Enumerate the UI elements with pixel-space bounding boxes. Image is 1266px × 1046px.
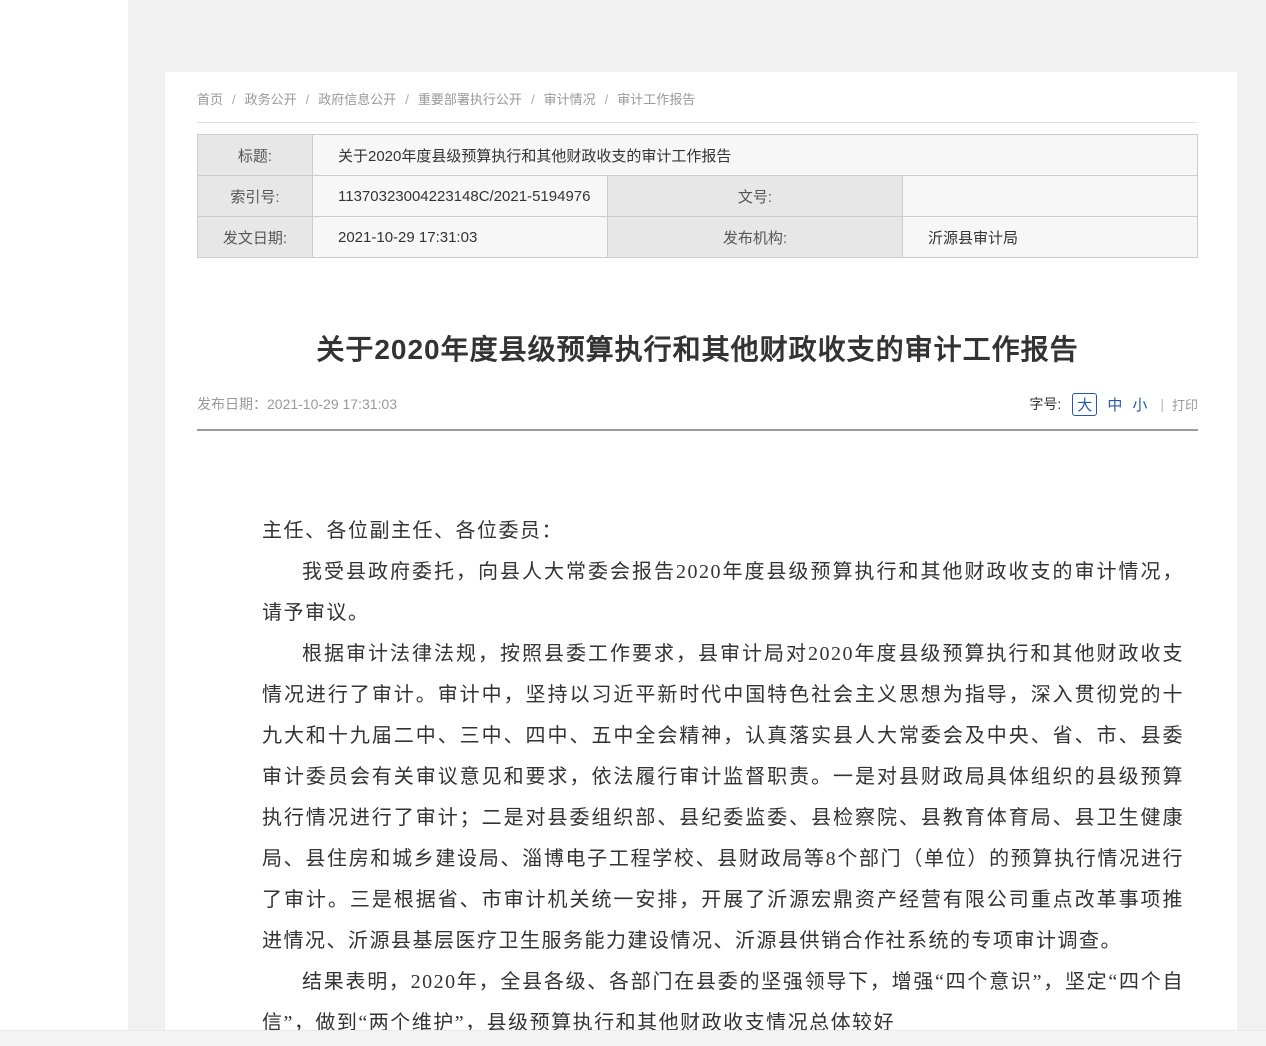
paragraph: 我受县政府委托，向县人大常委会报告2020年度县级预算执行和其他财政收支的审计情… <box>262 552 1184 634</box>
article-meta-row: 发布日期：2021-10-29 17:31:03 字号: 大 中 小 | 打印 <box>197 392 1198 416</box>
font-size-medium-button[interactable]: 中 <box>1107 394 1122 415</box>
table-row: 发文日期: 2021-10-29 17:31:03 发布机构: 沂源县审计局 <box>198 217 1198 258</box>
publish-date-label: 发布日期： <box>197 396 267 412</box>
meta-value-doc-number <box>903 176 1198 217</box>
meta-value-issue-date: 2021-10-29 17:31:03 <box>313 217 608 258</box>
meta-value-issuing-agency: 沂源县审计局 <box>903 217 1198 258</box>
paragraph: 结果表明，2020年，全县各级、各部门在县委的坚强领导下，增强“四个意识”，坚定… <box>262 962 1184 1030</box>
font-size-controls: 字号: 大 中 小 | 打印 <box>1029 393 1198 416</box>
breadcrumb-item-gov-affairs[interactable]: 政务公开 <box>245 92 297 107</box>
font-size-small-button[interactable]: 小 <box>1132 394 1147 415</box>
table-row: 标题: 关于2020年度县级预算执行和其他财政收支的审计工作报告 <box>198 135 1198 176</box>
print-button[interactable]: 打印 <box>1172 395 1198 414</box>
font-size-label: 字号: <box>1029 394 1061 414</box>
page: 首页 / 政务公开 / 政府信息公开 / 重要部署执行公开 / 审计情况 / 审计工作报告 标题: … <box>0 0 1266 1046</box>
breadcrumb-separator: / <box>232 92 236 107</box>
meta-label-title: 标题: <box>198 135 313 176</box>
header-divider <box>197 429 1198 431</box>
breadcrumb-item-audit-status[interactable]: 审计情况 <box>544 92 596 107</box>
vertical-divider: | <box>1160 396 1164 412</box>
meta-label-issuing-agency: 发布机构: <box>608 217 903 258</box>
metadata-table: 标题: 关于2020年度县级预算执行和其他财政收支的审计工作报告 索引号: 11… <box>197 134 1198 258</box>
font-size-large-button[interactable]: 大 <box>1072 393 1097 416</box>
article-body: 主任、各位副主任、各位委员： 我受县政府委托，向县人大常委会报告2020年度县级… <box>262 511 1184 1030</box>
content-card: 首页 / 政务公开 / 政府信息公开 / 重要部署执行公开 / 审计情况 / 审计工作报告 标题: … <box>165 72 1237 1030</box>
content-inner: 首页 / 政务公开 / 政府信息公开 / 重要部署执行公开 / 审计情况 / 审计工作报告 标题: … <box>197 72 1198 1030</box>
breadcrumb-separator: / <box>605 92 609 107</box>
breadcrumb-separator: / <box>531 92 535 107</box>
breadcrumb-item-deployment[interactable]: 重要部署执行公开 <box>418 92 522 107</box>
publish-date-value: 2021-10-29 17:31:03 <box>267 396 397 412</box>
breadcrumb-item-audit-report[interactable]: 审计工作报告 <box>617 92 695 107</box>
breadcrumb: 首页 / 政务公开 / 政府信息公开 / 重要部署执行公开 / 审计情况 / 审计工作报告 <box>197 72 1198 123</box>
left-margin-strip <box>0 0 128 1030</box>
meta-label-doc-number: 文号: <box>608 176 903 217</box>
meta-value-index-number: 11370323004223148C/2021-5194976 <box>313 176 608 217</box>
page-title: 关于2020年度县级预算执行和其他财政收支的审计工作报告 <box>197 328 1198 368</box>
publish-date: 发布日期：2021-10-29 17:31:03 <box>197 394 397 414</box>
footer-strip <box>0 1030 1266 1046</box>
breadcrumb-separator: / <box>306 92 310 107</box>
paragraph-salutation: 主任、各位副主任、各位委员： <box>262 511 1184 552</box>
meta-value-title: 关于2020年度县级预算执行和其他财政收支的审计工作报告 <box>313 135 1198 176</box>
paragraph: 根据审计法律法规，按照县委工作要求，县审计局对2020年度县级预算执行和其他财政… <box>262 634 1184 962</box>
breadcrumb-item-gov-info[interactable]: 政府信息公开 <box>318 92 396 107</box>
table-row: 索引号: 11370323004223148C/2021-5194976 文号: <box>198 176 1198 217</box>
breadcrumb-separator: / <box>405 92 409 107</box>
meta-label-index-number: 索引号: <box>198 176 313 217</box>
meta-label-issue-date: 发文日期: <box>198 217 313 258</box>
breadcrumb-item-home[interactable]: 首页 <box>197 92 223 107</box>
